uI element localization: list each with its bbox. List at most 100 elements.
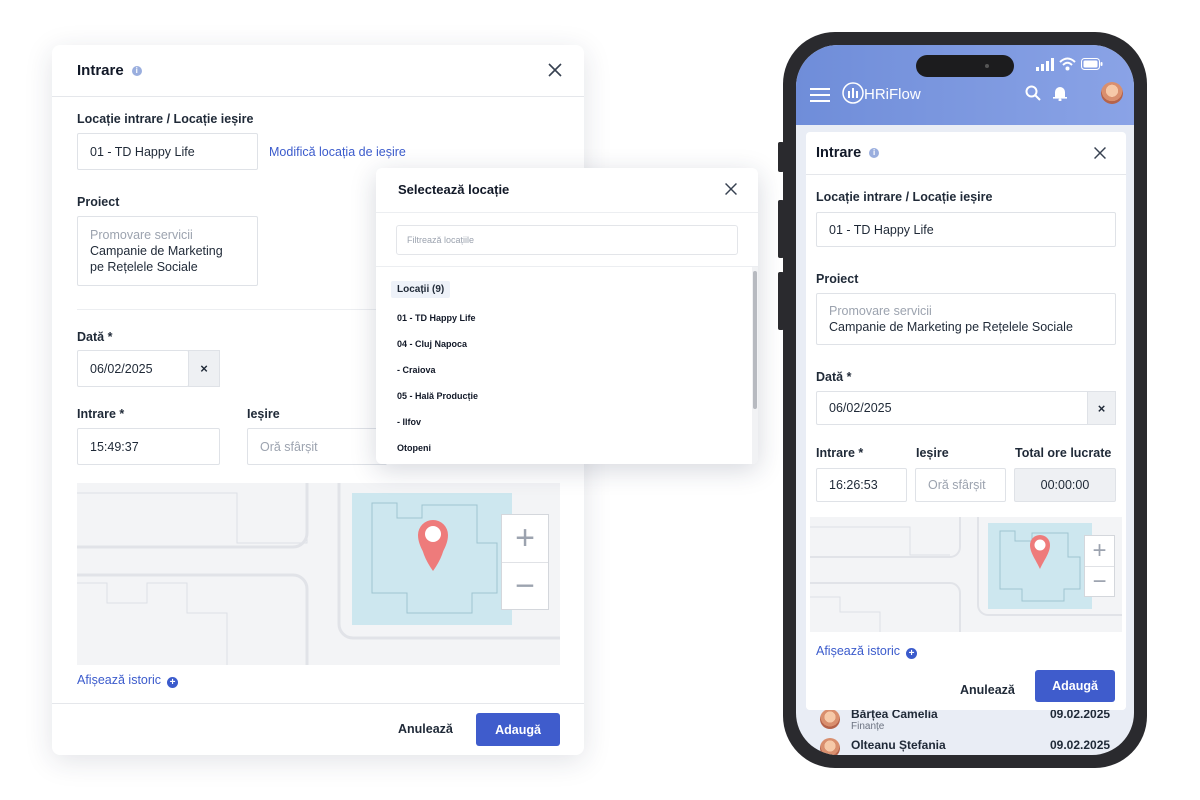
employee-avatar bbox=[820, 709, 840, 729]
project-name-line1: Campanie de Marketing bbox=[90, 244, 223, 258]
scrollbar-thumb[interactable] bbox=[753, 271, 757, 409]
phone-exit-time-input[interactable]: Oră sfârșit bbox=[915, 468, 1006, 502]
exit-time-label: Ieșire bbox=[247, 407, 280, 421]
phone-location-input[interactable]: 01 - TD Happy Life bbox=[816, 212, 1116, 247]
location-item[interactable]: 04 - Cluj Napoca bbox=[397, 339, 467, 349]
app-header: HRiFlow bbox=[796, 45, 1134, 125]
phone-total-hours-field: 00:00:00 bbox=[1014, 468, 1116, 502]
phone-modal-title-text: Intrare bbox=[816, 145, 862, 161]
project-label: Proiect bbox=[77, 195, 120, 209]
info-icon[interactable]: i bbox=[869, 148, 880, 159]
info-icon[interactable]: i bbox=[131, 66, 142, 77]
phone-show-history-link[interactable]: Afișează istoric + bbox=[816, 644, 918, 659]
phone-close-icon[interactable] bbox=[1090, 143, 1110, 163]
phone-entry-modal: Intrare i Locație intrare / Locație ieșir… bbox=[806, 132, 1126, 710]
phone-exit-label: Ieșire bbox=[916, 446, 949, 460]
phone-project-category: Promovare servicii bbox=[829, 304, 932, 318]
user-avatar[interactable] bbox=[1101, 82, 1123, 104]
clear-date-button[interactable]: × bbox=[188, 350, 220, 387]
camera-dot bbox=[985, 64, 989, 68]
location-item[interactable]: 05 - Hală Producție bbox=[397, 391, 478, 401]
phone-total-hours-label: Total ore lucrate bbox=[1015, 446, 1112, 460]
location-item[interactable]: - Ilfov bbox=[397, 417, 421, 427]
phone-project-field[interactable]: Promovare servicii Campanie de Marketing… bbox=[816, 293, 1116, 345]
battery-icon bbox=[1081, 58, 1103, 70]
location-item[interactable]: 01 - TD Happy Life bbox=[397, 313, 476, 323]
location-filter-placeholder: Filtrează locațiile bbox=[407, 235, 475, 245]
phone-volume-up bbox=[778, 200, 784, 258]
close-icon[interactable] bbox=[544, 59, 566, 81]
dynamic-island bbox=[916, 55, 1014, 77]
phone-date-input[interactable]: 06/02/2025 bbox=[816, 391, 1089, 425]
phone-frame: HRiFlow Bărțea Camelia Finanțe 09.02.202… bbox=[778, 32, 1147, 768]
zoom-out-button[interactable]: − bbox=[502, 563, 548, 609]
employee-name: Olteanu Ștefania bbox=[851, 738, 946, 752]
phone-project-name: Campanie de Marketing pe Rețelele Social… bbox=[829, 320, 1073, 334]
hamburger-menu-icon[interactable] bbox=[810, 88, 830, 102]
location-list: Locații (9) 01 - TD Happy Life 04 - Cluj… bbox=[376, 266, 758, 464]
add-button[interactable]: Adaugă bbox=[476, 713, 560, 746]
project-category: Promovare servicii bbox=[90, 228, 193, 242]
modify-exit-location-link[interactable]: Modifică locația de ieșire bbox=[269, 145, 406, 159]
location-input[interactable]: 01 - TD Happy Life bbox=[77, 133, 258, 170]
popup-close-icon[interactable] bbox=[721, 179, 741, 199]
phone-show-history-text: Afișează istoric bbox=[816, 644, 901, 658]
entry-time-label: Intrare * bbox=[77, 407, 125, 421]
entry-time-input[interactable]: 15:49:37 bbox=[77, 428, 220, 465]
phone-map-graphic bbox=[810, 517, 1122, 632]
select-location-popup: Selectează locație Filtrează locațiile L… bbox=[376, 168, 758, 464]
phone-zoom-in-button[interactable]: + bbox=[1085, 536, 1114, 567]
phone-entry-label: Intrare * bbox=[816, 446, 864, 460]
cancel-button[interactable]: Anulează bbox=[398, 722, 453, 736]
history-plus-icon: + bbox=[167, 677, 179, 688]
project-name-line2: pe Rețelele Sociale bbox=[90, 260, 198, 274]
exit-time-input[interactable]: Oră sfârșit bbox=[247, 428, 387, 465]
location-item[interactable]: - Craiova bbox=[397, 365, 436, 375]
phone-clear-date-button[interactable]: × bbox=[1087, 391, 1116, 425]
phone-cancel-button[interactable]: Anulează bbox=[960, 683, 1015, 697]
search-icon[interactable] bbox=[1025, 85, 1041, 101]
map-graphic bbox=[77, 483, 560, 665]
bell-icon[interactable] bbox=[1053, 85, 1067, 101]
phone-entry-time-input[interactable]: 16:26:53 bbox=[816, 468, 907, 502]
phone-side-button bbox=[778, 142, 784, 172]
employee-date: 09.02.2025 bbox=[1050, 738, 1111, 752]
date-input[interactable]: 06/02/2025 bbox=[77, 350, 189, 387]
location-group-header: Locații (9) bbox=[391, 281, 451, 298]
popup-title: Selectează locație bbox=[398, 182, 510, 197]
phone-location-map[interactable]: + − bbox=[810, 517, 1122, 632]
phone-add-button[interactable]: Adaugă bbox=[1035, 670, 1115, 702]
phone-modal-footer: Anulează Adaugă bbox=[806, 670, 1126, 710]
employee-avatar bbox=[820, 738, 840, 755]
modal-title: Intrare i bbox=[77, 62, 142, 79]
phone-location-value: 01 - TD Happy Life bbox=[829, 222, 934, 237]
phone-volume-down bbox=[778, 272, 784, 330]
location-item[interactable]: Otopeni bbox=[397, 443, 431, 453]
entry-time-value: 15:49:37 bbox=[90, 439, 139, 454]
date-label: Dată * bbox=[77, 330, 113, 344]
phone-modal-title: Intrare i bbox=[816, 145, 880, 161]
phone-location-label: Locație intrare / Locație ieșire bbox=[816, 190, 993, 204]
date-value: 06/02/2025 bbox=[90, 361, 153, 376]
zoom-in-button[interactable]: + bbox=[502, 515, 548, 563]
location-value: 01 - TD Happy Life bbox=[90, 144, 195, 159]
wifi-icon bbox=[1059, 57, 1076, 71]
location-filter-input[interactable]: Filtrează locațiile bbox=[396, 225, 738, 255]
location-map[interactable]: + − bbox=[77, 483, 560, 665]
phone-project-label: Proiect bbox=[816, 272, 859, 286]
employee-department: Finanțe bbox=[851, 721, 885, 732]
phone-entry-time-value: 16:26:53 bbox=[829, 478, 878, 492]
exit-time-placeholder: Oră sfârșit bbox=[260, 439, 318, 454]
show-history-link[interactable]: Afișează istoric + bbox=[77, 673, 179, 688]
list-scrollbar[interactable] bbox=[752, 267, 758, 464]
brand-name: HRiFlow bbox=[864, 86, 921, 103]
phone-date-label: Dată * bbox=[816, 370, 852, 384]
project-field[interactable]: Promovare servicii Campanie de Marketing… bbox=[77, 216, 258, 286]
modal-title-text: Intrare bbox=[77, 62, 124, 79]
phone-zoom-out-button[interactable]: − bbox=[1085, 567, 1114, 596]
phone-history-plus-icon: + bbox=[906, 648, 918, 659]
phone-screen: HRiFlow Bărțea Camelia Finanțe 09.02.202… bbox=[796, 45, 1134, 755]
map-zoom-control: + − bbox=[501, 514, 549, 610]
modal-header: Intrare i bbox=[52, 45, 584, 97]
show-history-text: Afișează istoric bbox=[77, 673, 162, 687]
